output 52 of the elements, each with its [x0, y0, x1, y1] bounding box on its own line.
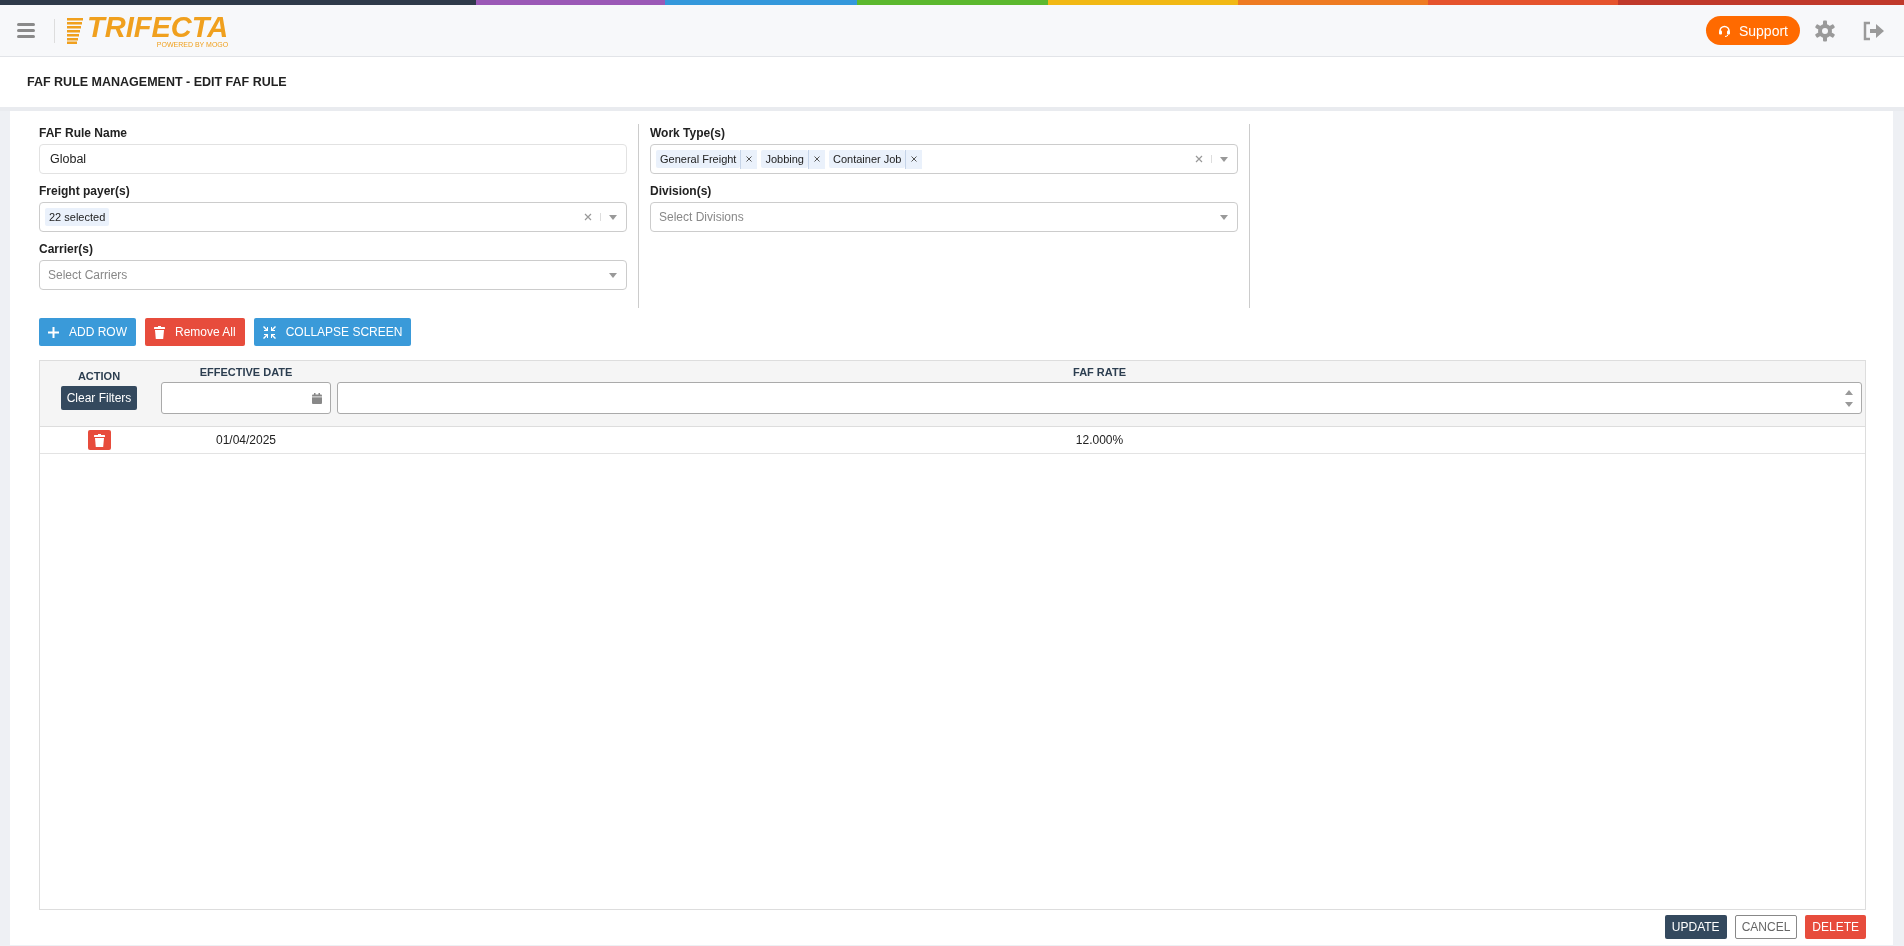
column-header: ACTION: [77, 370, 121, 382]
column-header: FAF RATE: [1073, 366, 1126, 378]
settings-icon[interactable]: [1814, 19, 1836, 42]
caret-icon[interactable]: [609, 214, 617, 220]
remove-icon[interactable]: [746, 156, 753, 162]
remove-icon[interactable]: [911, 156, 918, 162]
trash-icon: [93, 433, 105, 447]
collapse-icon: [262, 325, 276, 339]
page-title: FAF RULE MANAGEMENT - EDIT FAF RULE: [27, 75, 287, 89]
column-header: EFFECTIVE DATE: [199, 366, 293, 378]
trash-icon: [154, 325, 165, 339]
remove-icon[interactable]: [814, 156, 820, 162]
table-cell: 01/04/2025: [215, 433, 277, 447]
selected-tag: Jobbing: [761, 150, 808, 168]
multiselect-field[interactable]: General Freight Jobbing Container Job: [650, 144, 1238, 174]
headset-icon: [1717, 24, 1731, 37]
number-filter-field[interactable]: [337, 382, 1862, 414]
spinner-icon[interactable]: [1845, 389, 1853, 407]
calendar-icon[interactable]: [312, 392, 322, 404]
selected-tag: 22 selected: [45, 208, 110, 226]
plus-icon: [48, 326, 59, 338]
selected-tag: General Freight: [656, 150, 741, 168]
collapse-button[interactable]: COLLAPSE SCREEN: [253, 318, 412, 346]
field-label: Carrier(s): [39, 241, 95, 258]
add-button[interactable]: ADD ROW: [39, 318, 136, 346]
remove-button[interactable]: Remove All: [145, 318, 245, 346]
menu-icon[interactable]: [17, 23, 35, 38]
delete-button[interactable]: DELETE: [1805, 915, 1866, 939]
caret-icon[interactable]: [609, 272, 617, 278]
logo-text: TRIFECTA: [87, 12, 229, 41]
delete-row-button[interactable]: [87, 430, 111, 450]
table-cell: 12.000%: [1075, 433, 1124, 447]
field-label: FAF Rule Name: [39, 125, 129, 142]
field-label: Division(s): [650, 183, 713, 200]
field-label: Work Type(s): [650, 125, 726, 142]
select-field[interactable]: Select Carriers: [39, 260, 627, 290]
cancel-button[interactable]: CANCEL: [1734, 915, 1798, 939]
text-field[interactable]: Global: [39, 144, 627, 174]
stripes-icon: [67, 17, 83, 44]
clear-icon[interactable]: [584, 213, 592, 221]
caret-icon[interactable]: [1220, 214, 1228, 220]
field-label: Freight payer(s): [39, 183, 131, 200]
logout-icon[interactable]: [1862, 20, 1884, 41]
caret-icon[interactable]: [1220, 156, 1228, 162]
date-filter-field[interactable]: [161, 382, 331, 414]
update-button[interactable]: UPDATE: [1664, 915, 1727, 939]
clear-icon[interactable]: [1195, 155, 1203, 163]
selected-tag: Container Job: [829, 150, 906, 168]
clear-filters-button[interactable]: Clear Filters: [60, 386, 138, 410]
support-button[interactable]: Support: [1705, 16, 1800, 45]
multiselect-field[interactable]: 22 selected: [39, 202, 627, 232]
select-field[interactable]: Select Divisions: [650, 202, 1238, 232]
